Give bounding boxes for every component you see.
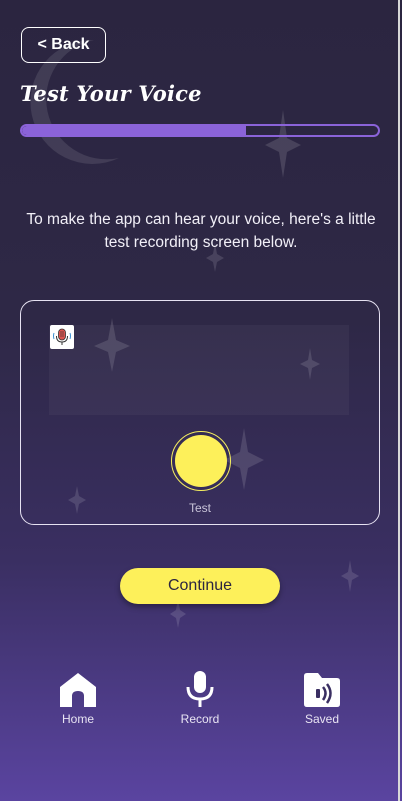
recorder-card: Test: [20, 300, 380, 525]
microphone-thumbnail-icon: [50, 325, 74, 349]
back-button[interactable]: < Back: [21, 27, 106, 63]
nav-label-home: Home: [61, 712, 94, 726]
nav-item-record[interactable]: Record: [160, 668, 240, 726]
home-icon: [60, 673, 96, 707]
app-screen: < Back Test Your Voice To make the app c…: [0, 0, 400, 801]
nav-label-record: Record: [180, 712, 220, 726]
saved-folder-icon: [304, 673, 340, 707]
test-record-button[interactable]: [171, 431, 231, 491]
test-record-label: Test: [188, 501, 211, 515]
nav-item-saved[interactable]: Saved: [282, 668, 362, 726]
page-title: Test Your Voice: [20, 81, 202, 106]
nav-label-saved: Saved: [304, 712, 340, 726]
microphone-icon: [186, 671, 214, 707]
progress-bar-fill: [22, 126, 247, 135]
nav-item-home[interactable]: Home: [38, 668, 118, 726]
waveform-area: [49, 325, 349, 415]
continue-button[interactable]: Continue: [120, 568, 280, 604]
record-button-dot: [175, 435, 227, 487]
instructions-text: To make the app can hear your voice, her…: [26, 211, 376, 251]
bottom-navigation: Home Record Saved: [0, 668, 398, 738]
progress-bar: [20, 124, 380, 137]
